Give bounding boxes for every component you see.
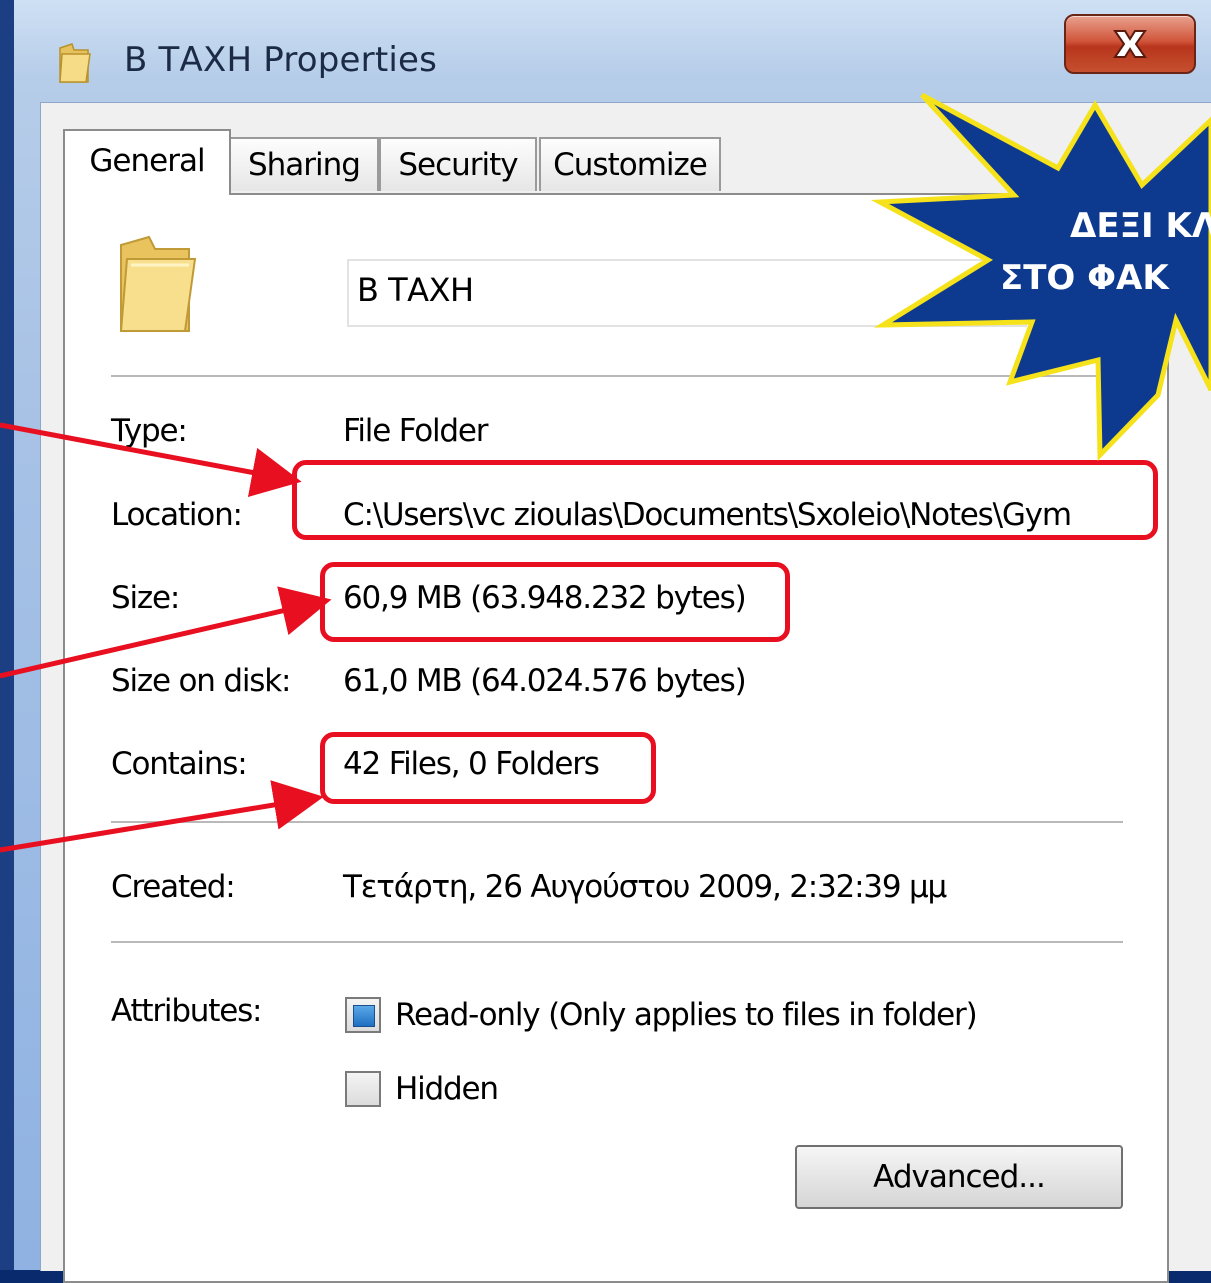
tab-sharing[interactable]: Sharing	[229, 137, 379, 191]
hidden-label[interactable]: Hidden	[395, 1071, 499, 1107]
highlight-contains	[320, 732, 656, 804]
separator	[111, 941, 1123, 943]
tab-customize[interactable]: Customize	[539, 137, 721, 191]
close-button[interactable]	[1064, 14, 1196, 74]
contains-label: Contains:	[111, 746, 248, 782]
readonly-checkbox[interactable]	[345, 997, 381, 1033]
folder-icon	[59, 43, 91, 83]
size-on-disk-label: Size on disk:	[111, 663, 291, 699]
folder-large-icon	[119, 235, 197, 332]
readonly-label[interactable]: Read-only (Only applies to files in fold…	[395, 997, 978, 1033]
location-label: Location:	[111, 497, 243, 533]
type-value: File Folder	[343, 413, 489, 449]
advanced-button[interactable]: Advanced...	[795, 1145, 1123, 1209]
type-label: Type:	[111, 413, 188, 449]
size-on-disk-value: 61,0 MB (64.024.576 bytes)	[343, 663, 747, 699]
separator	[111, 375, 1123, 377]
callout-text-line1: ΔΕΞΙ ΚΛ	[1070, 206, 1211, 246]
highlight-location	[292, 460, 1158, 540]
attributes-label: Attributes:	[111, 993, 262, 1029]
size-label: Size:	[111, 580, 180, 616]
title-bar[interactable]: Β ΤΑΧΗ Properties	[14, 0, 1211, 100]
window-title: Β ΤΑΧΗ Properties	[124, 40, 438, 80]
separator	[111, 821, 1123, 823]
tab-general[interactable]: General	[63, 129, 231, 195]
created-label: Created:	[111, 869, 236, 905]
created-value: Τετάρτη, 26 Αυγούστου 2009, 2:32:39 μμ	[343, 869, 947, 905]
close-icon	[1113, 30, 1147, 58]
folder-name-input[interactable]: Β ΤΑΧΗ	[347, 259, 1027, 327]
highlight-size	[320, 562, 790, 642]
hidden-checkbox[interactable]	[345, 1071, 381, 1107]
callout-text-line2: ΣΤΟ ΦΑΚ	[1000, 258, 1169, 298]
tab-security[interactable]: Security	[379, 137, 537, 191]
